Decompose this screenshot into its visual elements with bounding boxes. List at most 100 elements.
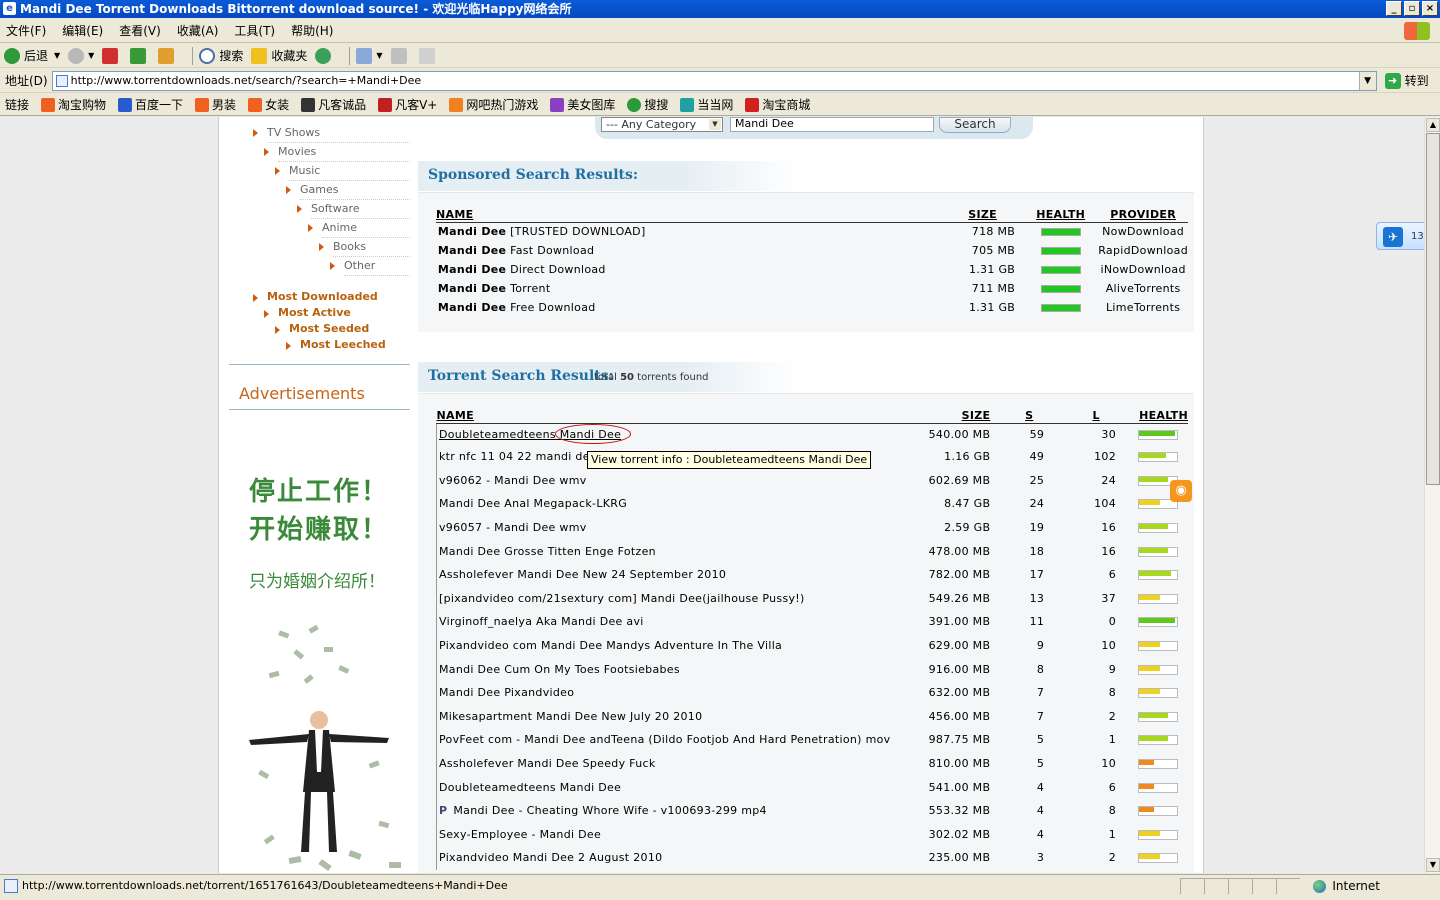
torrent-row[interactable]: Pixandvideo com Mandi Dee Mandys Adventu… [436,633,1189,658]
sponsored-row[interactable]: ▣Mandi Dee [TRUSTED DOWNLOAD]718 MBNowDo… [436,222,1188,241]
col-provider[interactable]: PROVIDER [1098,207,1188,223]
menu-file[interactable]: 文件(F) [6,22,46,39]
torrent-row[interactable]: Mandi Dee Pixandvideo 632.00 MB 7 8 [436,680,1189,705]
address-input[interactable]: http://www.torrentdownloads.net/search/?… [51,70,1377,91]
torrent-name-link[interactable]: Pixandvideo com Mandi Dee Mandys Adventu… [439,639,782,652]
scroll-down-icon[interactable]: ▼ [1426,858,1440,872]
torrent-row[interactable]: PovFeet com - Mandi Dee andTeena (Dildo … [436,728,1189,752]
torrent-name-link[interactable]: PovFeet com - Mandi Dee andTeena (Dildo … [439,733,890,746]
link-baidu[interactable]: 百度一下 [118,96,183,113]
search-button[interactable]: 搜索 [199,47,243,64]
torrent-name-link[interactable]: Sexy-Employee - Mandi Dee [439,828,601,841]
torrent-row[interactable]: Assholefever Mandi Dee Speedy Fuck 810.00… [436,751,1189,776]
torrent-row[interactable]: Mikesapartment Mandi Dee New July 20 201… [436,704,1189,729]
torrent-name-link[interactable]: Mandi Dee Pixandvideo [439,686,574,699]
torrent-row[interactable]: P Mandi Dee - Cheating Whore Wife - v1006… [436,798,1189,823]
sponsored-provider[interactable]: NowDownload [1098,222,1188,241]
link-tmall[interactable]: 淘宝商城 [745,96,810,113]
menu-view[interactable]: 查看(V) [119,22,161,39]
sponsored-row[interactable]: ▣Mandi Dee Free Download1.31 GBLimeTorre… [436,298,1188,317]
edit-button[interactable] [418,47,439,64]
torrent-row[interactable]: Pixandvideo Mandi Dee 2 August 2010 235.0… [436,846,1189,870]
link-games[interactable]: 网吧热门游戏 [449,96,538,113]
sponsored-name-bold[interactable]: Mandi Dee [438,263,506,276]
col-name[interactable]: NAME [436,408,917,424]
most-leeched-link[interactable]: Most Leeched [286,337,386,353]
mail-button[interactable]: ▼ [356,47,383,64]
torrent-row[interactable]: v96062 - Mandi Dee wmv 602.69 MB 25 24 [436,468,1189,493]
link-menswear[interactable]: 男装 [195,96,236,113]
sponsored-row[interactable]: ▣Mandi Dee Direct Download1.31 GBiNowDow… [436,260,1188,279]
sponsored-row[interactable]: ▣Mandi Dee Fast Download705 MBRapidDownl… [436,241,1188,260]
menu-tools[interactable]: 工具(T) [234,22,275,39]
category-anime[interactable]: Anime [308,219,410,238]
menu-favorites[interactable]: 收藏(A) [177,22,219,39]
col-health[interactable]: HEALTH [1120,408,1188,424]
stop-button[interactable] [102,47,122,64]
search-submit-button[interactable]: Search [939,117,1011,133]
torrent-name-link[interactable]: [pixandvideo com/21sextury com] Mandi De… [439,592,805,605]
ad-subline[interactable]: 只为婚姻介绍所！ [249,567,385,592]
torrent-name-link[interactable]: Assholefever Mandi Dee New 24 September … [439,568,726,581]
category-tv-shows[interactable]: TV Shows [253,124,410,143]
torrent-name-link[interactable]: ktr nfc 11 04 22 mandi dee [439,450,597,463]
torrent-row[interactable]: Doubleteamedteens Mandi Dee 541.00 MB 4 6 [436,775,1189,799]
sponsored-provider[interactable]: RapidDownload [1098,241,1188,260]
sponsored-row[interactable]: ▣Mandi Dee Torrent711 MBAliveTorrents [436,279,1188,298]
col-health[interactable]: HEALTH [1023,207,1099,223]
torrent-name-link[interactable]: Doubleteamedteens Mandi Dee [439,781,621,794]
torrent-name-link[interactable]: v96057 - Mandi Dee wmv [439,521,587,534]
address-dropdown-icon[interactable]: ▼ [1358,71,1376,90]
refresh-button[interactable] [130,47,150,64]
print-button[interactable] [390,47,411,64]
history-button[interactable] [315,47,335,64]
link-womenswear[interactable]: 女装 [248,96,289,113]
link-dangdang[interactable]: 当当网 [680,96,733,113]
torrent-name-link[interactable]: Mandi Dee Cum On My Toes Footsiebabes [439,663,680,676]
most-downloaded-link[interactable]: Most Downloaded [253,289,378,305]
torrent-row[interactable]: Virginoff_naelya Aka Mandi Dee avi 391.00… [436,610,1189,634]
restore-button[interactable]: ▫ [1404,1,1420,16]
sponsored-name[interactable]: [TRUSTED DOWNLOAD] [510,225,645,238]
sponsored-name-bold[interactable]: Mandi Dee [438,301,506,314]
sponsored-name[interactable]: Free Download [510,301,595,314]
back-button[interactable]: 后退 ▼ [4,47,60,64]
torrent-name-link[interactable]: v96062 - Mandi Dee wmv [439,474,587,487]
col-size[interactable]: SIZE [942,207,1024,223]
most-active-link[interactable]: Most Active [264,305,351,321]
col-size[interactable]: SIZE [916,408,991,424]
favorites-button[interactable]: 收藏夹 [251,47,307,64]
link-vancl-plus[interactable]: 凡客V+ [378,96,437,113]
torrent-row[interactable]: [pixandvideo com/21sextury com] Mandi De… [436,586,1189,611]
sponsored-provider[interactable]: iNowDownload [1098,260,1188,279]
col-leechers[interactable]: L [1048,408,1121,424]
link-vancl[interactable]: 凡客诚品 [301,96,366,113]
sponsored-name-bold[interactable]: Mandi Dee [438,244,506,257]
close-button[interactable]: × [1422,1,1438,16]
sponsored-name[interactable]: Direct Download [510,263,606,276]
sponsored-provider[interactable]: LimeTorrents [1098,298,1188,317]
col-seeders[interactable]: S [990,408,1049,424]
link-gallery[interactable]: 美女图库 [550,96,615,113]
home-button[interactable] [158,47,178,64]
sponsored-name-bold[interactable]: Mandi Dee [438,282,506,295]
torrent-row[interactable]: Sexy-Employee - Mandi Dee 302.02 MB 4 1 [436,822,1189,847]
ad-man-money-image[interactable] [239,622,419,873]
link-taobao[interactable]: 淘宝购物 [41,96,106,113]
sponsored-name-bold[interactable]: Mandi Dee [438,225,506,238]
ad-headline[interactable]: 停止工作！ 开始赚取！ [249,473,389,549]
category-games[interactable]: Games [286,181,410,200]
category-software[interactable]: Software [297,200,410,219]
scroll-thumb[interactable] [1426,133,1440,485]
col-name[interactable]: NAME [436,207,943,223]
category-music[interactable]: Music [275,162,410,181]
torrent-name-link[interactable]: Mandi Dee Grosse Titten Enge Fotzen [439,545,656,558]
rss-feed-icon[interactable]: ◉ [1170,480,1192,502]
sponsored-provider[interactable]: AliveTorrents [1098,279,1188,298]
category-other[interactable]: Other [330,257,410,276]
minimize-button[interactable]: _ [1386,1,1402,16]
category-select[interactable]: --- Any Category ▼ [601,117,723,132]
sponsored-name[interactable]: Torrent [510,282,550,295]
torrent-row[interactable]: Mandi Dee Cum On My Toes Footsiebabes 916… [436,657,1189,681]
torrent-row[interactable]: Mandi Dee Grosse Titten Enge Fotzen 478.0… [436,539,1189,563]
